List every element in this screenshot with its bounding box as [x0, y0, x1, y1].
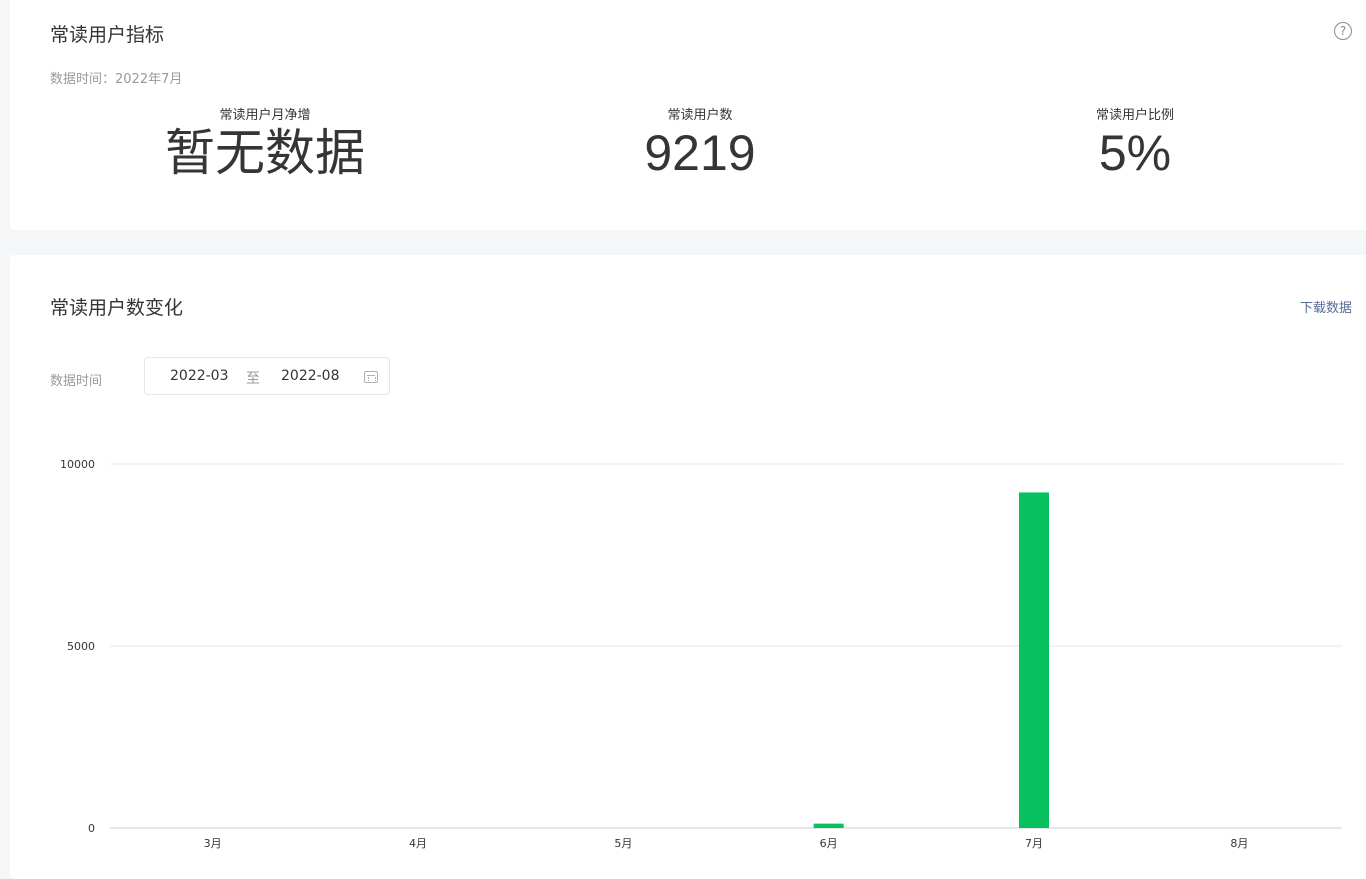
calendar-icon[interactable]	[364, 371, 378, 383]
date-range-separator: 至	[246, 371, 260, 387]
trend-title: 常读用户数变化	[50, 297, 184, 319]
y-tick-label: 0	[88, 822, 95, 835]
x-tick-label: 7月	[1025, 837, 1043, 850]
metric-label: 常读用户数	[667, 108, 733, 123]
metric-net-growth: 常读用户月净增 暂无数据	[115, 104, 415, 183]
x-tick-label: 6月	[820, 837, 838, 850]
trend-card: 常读用户数变化 下载数据 数据时间 2022-03 至 2022-08 0 500…	[10, 255, 1366, 879]
metric-label: 常读用户比例	[1095, 108, 1174, 123]
date-range-end[interactable]: 2022-08	[281, 368, 340, 384]
y-tick-label: 5000	[67, 640, 95, 653]
date-range-picker[interactable]: 2022-03 至 2022-08	[144, 357, 390, 395]
date-filter-label: 数据时间	[50, 374, 103, 389]
user-count-bar-chart: 0 5000 10000 3月 4月 5月 6月 7月 8月	[60, 458, 1342, 850]
metrics-data-time: 数据时间：2022年7月	[50, 72, 183, 87]
metric-value: 9219	[644, 125, 756, 181]
question-circle-icon[interactable]: ?	[1334, 22, 1352, 40]
download-data-link[interactable]: 下载数据	[1300, 297, 1352, 316]
metric-user-count: 常读用户数 9219	[550, 104, 850, 183]
x-tick-label: 4月	[409, 837, 427, 850]
bar-5	[1019, 492, 1049, 828]
metric-value: 暂无数据	[165, 125, 365, 181]
metrics-card: 常读用户指标 ? 数据时间：2022年7月 常读用户月净增 暂无数据 常读用户数…	[10, 0, 1366, 230]
bar-4	[813, 823, 844, 828]
metric-label: 常读用户月净增	[219, 108, 311, 123]
x-tick-label: 5月	[614, 837, 632, 850]
metrics-title: 常读用户指标	[50, 24, 165, 46]
x-tick-label: 8月	[1230, 837, 1248, 850]
date-range-start[interactable]: 2022-03	[170, 368, 229, 384]
metric-user-ratio: 常读用户比例 5%	[985, 104, 1285, 183]
x-tick-label: 3月	[204, 837, 222, 850]
metric-value: 5%	[1098, 125, 1172, 181]
y-tick-label: 10000	[60, 458, 95, 471]
